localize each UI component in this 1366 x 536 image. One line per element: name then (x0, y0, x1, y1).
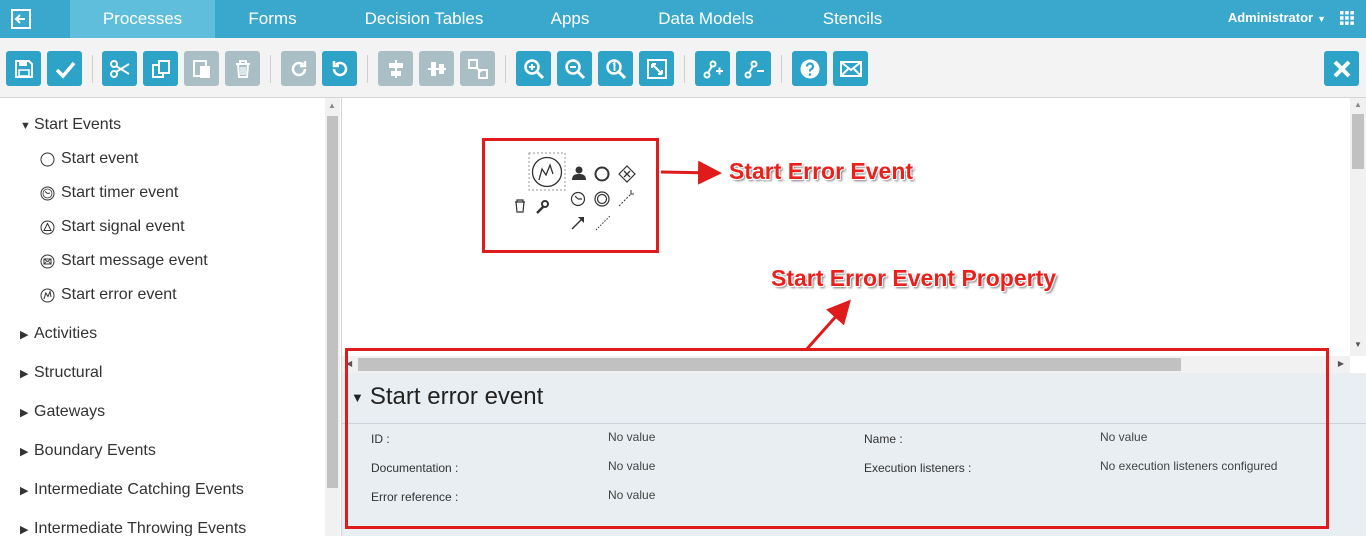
validate-button[interactable] (47, 51, 82, 86)
paste-button[interactable] (184, 51, 219, 86)
help-icon (800, 59, 819, 78)
app-window: Processes Forms Decision Tables Apps Dat… (0, 0, 1366, 536)
chevron-down-icon: ▼ (20, 120, 31, 132)
remove-bendpoint-icon (744, 60, 764, 78)
align-horizontal-icon (388, 59, 403, 78)
copy-button[interactable] (143, 51, 178, 86)
align-vertical-icon (427, 61, 446, 76)
palette-group-activities[interactable]: ▶ Activities (20, 325, 97, 343)
palette-item-start-event[interactable]: Start event (40, 150, 138, 168)
cut-button[interactable] (102, 51, 137, 86)
tab-data-models[interactable]: Data Models (640, 0, 772, 38)
chevron-right-icon: ▶ (20, 407, 29, 419)
palette-group-intermediate-catching-events[interactable]: ▶ Intermediate Catching Events (20, 481, 244, 499)
user-menu[interactable]: Administrator ▼ (1228, 0, 1326, 38)
tab-stencils[interactable]: Stencils (805, 0, 900, 38)
apps-grid-icon[interactable] (1340, 11, 1354, 25)
feedback-button[interactable] (833, 51, 868, 86)
timer-icon (40, 186, 55, 200)
scroll-down-arrow-icon[interactable]: ▼ (1354, 340, 1362, 349)
annotation-box-event (482, 138, 659, 253)
paste-icon (192, 59, 210, 78)
undo-icon (332, 60, 347, 76)
redo-button[interactable] (281, 51, 316, 86)
same-size-button[interactable] (460, 51, 495, 86)
palette-item-start-error-event[interactable]: Start error event (40, 286, 177, 304)
message-icon (40, 254, 55, 268)
palette-item-start-message-event[interactable]: Start message event (40, 252, 208, 270)
undo-button[interactable] (322, 51, 357, 86)
error-icon (40, 288, 55, 302)
checkmark-icon (55, 61, 75, 79)
zoom-actual-icon (605, 58, 626, 79)
zoom-fit-button[interactable] (639, 51, 674, 86)
editor-toolbar (0, 38, 1366, 98)
scroll-right-arrow-icon[interactable]: ▶ (1338, 359, 1344, 368)
tab-processes[interactable]: Processes (70, 0, 215, 38)
palette-group-gateways[interactable]: ▶ Gateways (20, 403, 105, 421)
annotation-label-event: Start Error Event (729, 158, 914, 184)
envelope-icon (839, 60, 862, 77)
save-icon (14, 59, 33, 78)
scroll-up-arrow-icon[interactable]: ▲ (328, 101, 336, 110)
close-editor-button[interactable] (1324, 51, 1359, 86)
chevron-right-icon: ▶ (20, 524, 29, 536)
copy-icon (151, 59, 170, 78)
tab-forms[interactable]: Forms (215, 0, 330, 38)
user-name: Administrator (1227, 10, 1314, 25)
palette-item-start-timer-event[interactable]: Start timer event (40, 184, 178, 202)
trash-icon (235, 59, 250, 78)
zoom-in-icon (523, 58, 544, 79)
zoom-actual-button[interactable] (598, 51, 633, 86)
scroll-up-arrow-icon[interactable]: ▲ (1354, 100, 1362, 109)
align-vertical-button[interactable] (419, 51, 454, 86)
canvas-vertical-scrollbar[interactable]: ▲ ▼ (1350, 98, 1366, 356)
zoom-fit-icon (646, 58, 667, 79)
zoom-out-icon (564, 58, 585, 79)
redo-icon (291, 60, 306, 76)
tab-decision-tables[interactable]: Decision Tables (350, 0, 498, 38)
palette-scrollbar-thumb[interactable] (327, 116, 338, 488)
save-button[interactable] (6, 51, 41, 86)
annotation-label-properties: Start Error Event Property (771, 265, 1057, 291)
palette-group-intermediate-throwing-events[interactable]: ▶ Intermediate Throwing Events (20, 520, 246, 536)
chevron-right-icon: ▶ (20, 329, 29, 341)
add-bendpoint-icon (703, 60, 723, 78)
chevron-right-icon: ▶ (20, 485, 29, 497)
scissors-icon (109, 59, 130, 78)
zoom-out-button[interactable] (557, 51, 592, 86)
add-bendpoint-button[interactable] (695, 51, 730, 86)
tab-apps[interactable]: Apps (530, 0, 610, 38)
palette-group-boundary-events[interactable]: ▶ Boundary Events (20, 442, 156, 460)
palette-group-structural[interactable]: ▶ Structural (20, 364, 102, 382)
annotation-box-properties (345, 348, 1329, 529)
vertical-scrollbar-thumb[interactable] (1352, 114, 1364, 169)
close-icon (1333, 60, 1350, 77)
chevron-right-icon: ▶ (20, 446, 29, 458)
align-horizontal-button[interactable] (378, 51, 413, 86)
delete-button[interactable] (225, 51, 260, 86)
help-button[interactable] (792, 51, 827, 86)
same-size-icon (467, 58, 488, 79)
shape-palette: ▼ Start Events Start event Start timer ev… (0, 98, 342, 536)
chevron-down-icon: ▼ (1317, 14, 1326, 24)
back-icon[interactable] (10, 8, 32, 30)
circle-icon (40, 152, 55, 166)
palette-group-start-events[interactable]: ▼ Start Events (20, 116, 121, 134)
signal-icon (40, 220, 55, 234)
palette-item-start-signal-event[interactable]: Start signal event (40, 218, 185, 236)
zoom-in-button[interactable] (516, 51, 551, 86)
chevron-right-icon: ▶ (20, 368, 29, 380)
remove-bendpoint-button[interactable] (736, 51, 771, 86)
top-navigation: Processes Forms Decision Tables Apps Dat… (0, 0, 1366, 38)
